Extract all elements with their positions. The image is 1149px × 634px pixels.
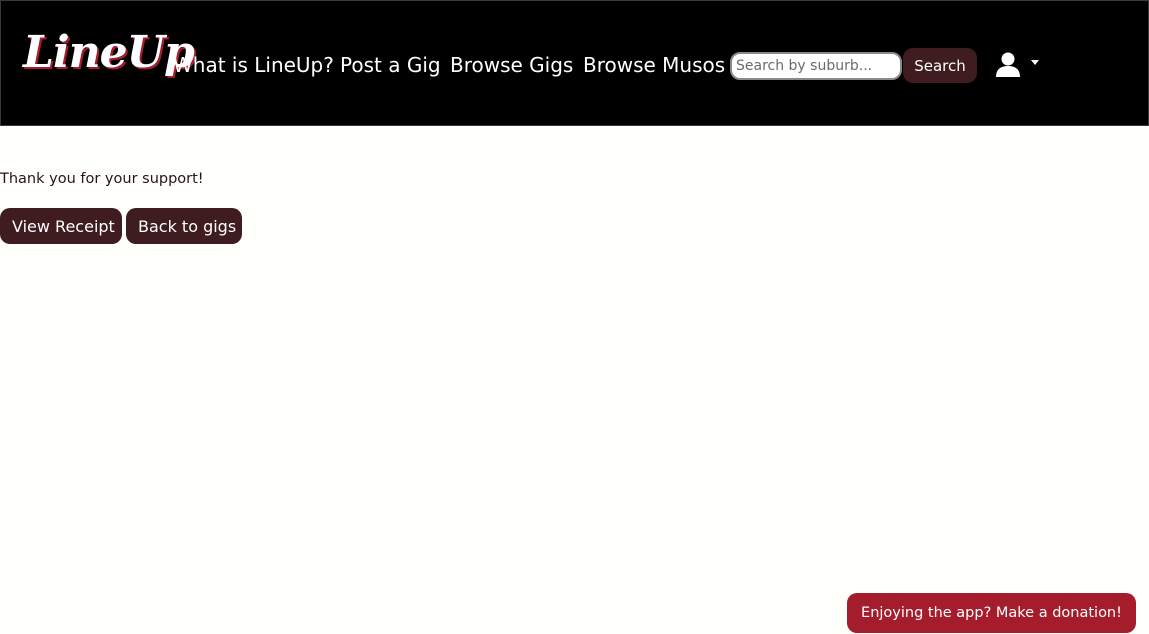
lineup-logo[interactable]: LineUp: [23, 31, 195, 75]
user-menu-dropdown[interactable]: [994, 51, 1044, 79]
nav-link-what-is-lineup[interactable]: What is LineUp?: [173, 53, 334, 77]
nav-link-browse-musos[interactable]: Browse Musos: [583, 53, 725, 77]
nav-link-post-a-gig[interactable]: Post a Gig: [340, 53, 441, 77]
nav-link-browse-gigs[interactable]: Browse Gigs: [450, 53, 573, 77]
search-button[interactable]: Search: [903, 48, 977, 83]
user-icon: [996, 52, 1020, 77]
navbar: LineUp What is LineUp? Post a Gig Browse…: [0, 0, 1149, 126]
donate-button[interactable]: Enjoying the app? Make a donation!: [847, 593, 1136, 633]
view-receipt-button[interactable]: View Receipt: [0, 208, 122, 244]
back-to-gigs-button[interactable]: Back to gigs: [126, 208, 242, 244]
caret-down-icon: [1031, 60, 1039, 65]
thank-you-message: Thank you for your support!: [0, 171, 204, 187]
search-input[interactable]: [730, 52, 902, 80]
